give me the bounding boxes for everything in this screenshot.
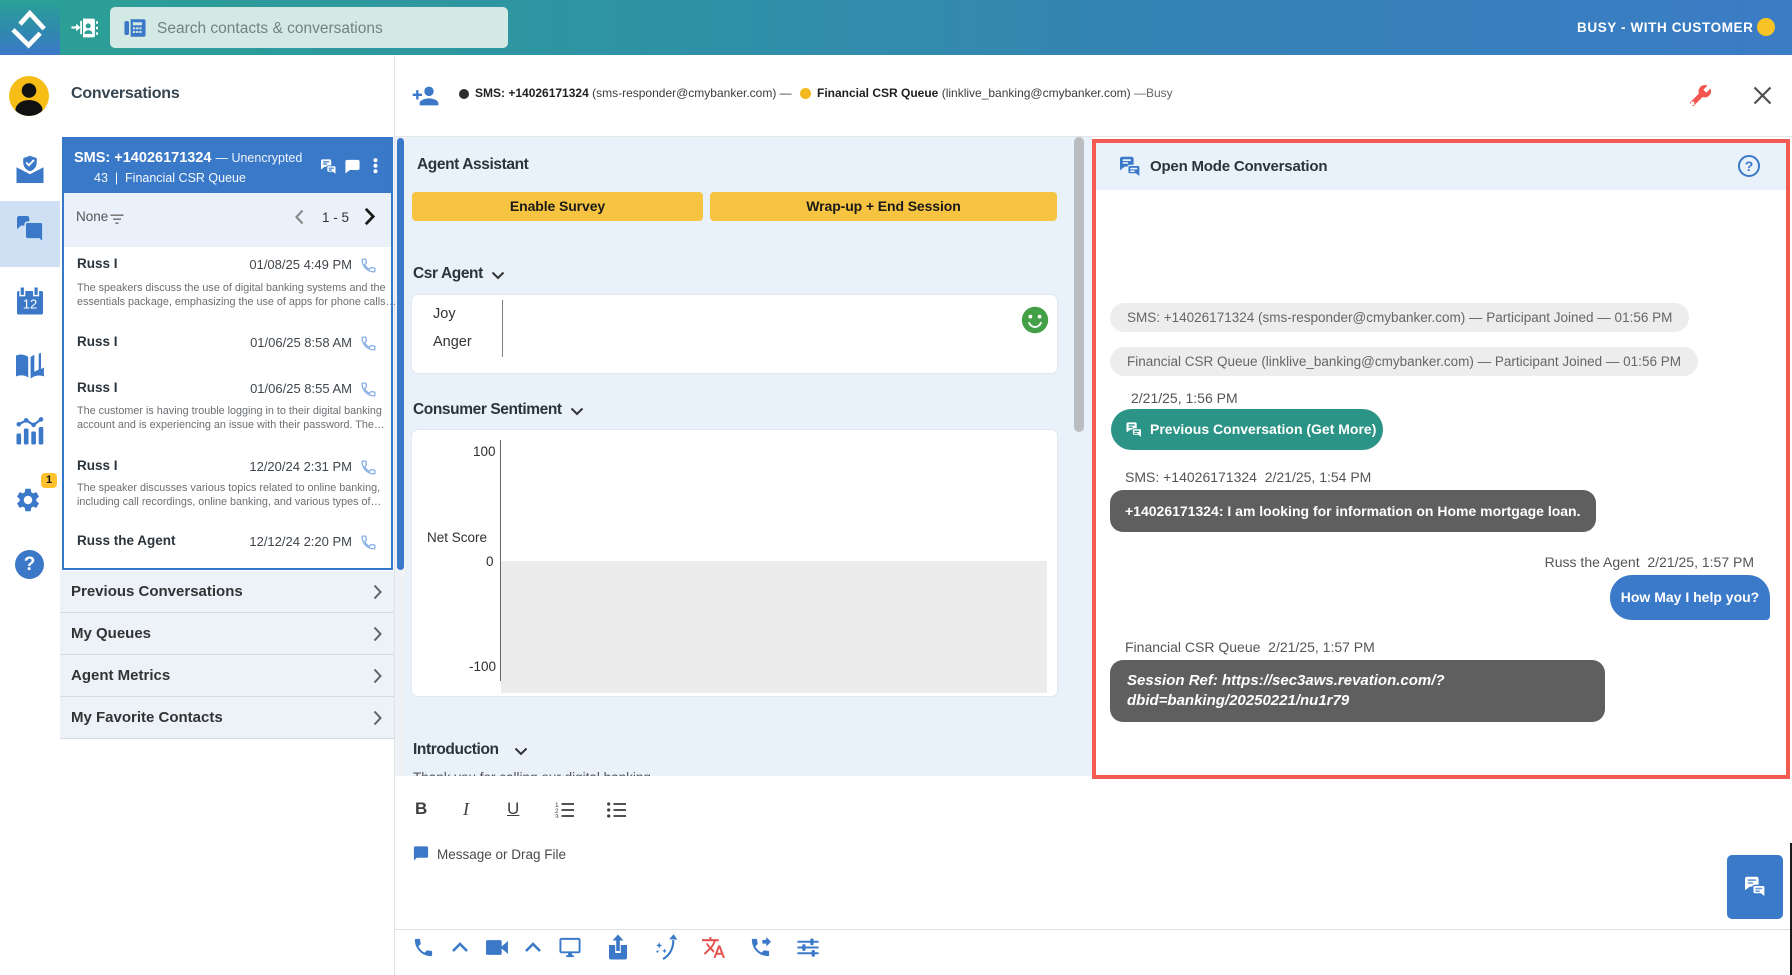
svg-text:3: 3 [555,814,559,819]
svg-text:12: 12 [23,297,37,312]
